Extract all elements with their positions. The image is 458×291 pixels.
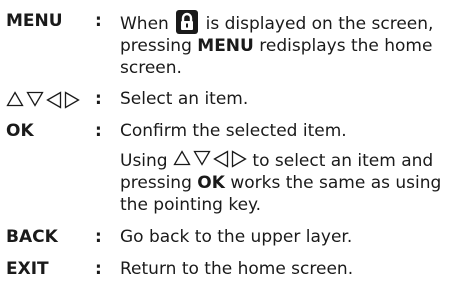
arrow-keys-row: : Select an item. [6,88,454,110]
ok-key-note: Using to select an item and pressing OK … [120,150,454,216]
arrow-right-icon [231,150,247,168]
exit-key-row: EXIT : Return to the home screen. [6,258,454,280]
menu-key-label: MENU [6,11,63,31]
exit-key-label: EXIT [6,259,49,279]
menu-bold-word: MENU [197,36,254,56]
exit-key-description: Return to the home screen. [120,259,354,279]
separator-colon: : [95,11,102,31]
arrow-keys-inline [173,150,247,168]
arrow-down-icon [26,91,44,109]
menu-key-row: MENU : When is displayed on the screen, … [6,10,454,79]
ok-key-description: Confirm the selected item. [120,121,347,141]
separator-colon: : [95,227,102,247]
ok-key-label: OK [6,121,34,141]
ok-note-before: Using [120,151,168,171]
arrow-up-icon [6,91,24,109]
arrow-keys-label [6,91,86,109]
arrow-keys-description: Select an item. [120,89,249,109]
back-key-description: Go back to the upper layer. [120,227,353,247]
back-key-label: BACK [6,227,58,247]
separator-colon: : [95,259,102,279]
arrow-down-icon [193,150,211,168]
lock-icon [176,10,199,34]
key-reference-list: MENU : When is displayed on the screen, … [6,10,454,280]
arrow-right-icon [64,91,80,109]
ok-key-row: OK : Confirm the selected item. [6,120,454,142]
menu-key-description: When is displayed on the screen, pressin… [120,10,454,79]
arrow-left-icon [46,91,62,109]
separator-colon: : [95,121,102,141]
back-key-row: BACK : Go back to the upper layer. [6,226,454,248]
arrow-up-icon [173,150,191,168]
ok-note-bold: OK [197,173,225,193]
arrow-left-icon [213,150,229,168]
menu-text-before: When [120,14,169,34]
separator-colon: : [95,89,102,109]
